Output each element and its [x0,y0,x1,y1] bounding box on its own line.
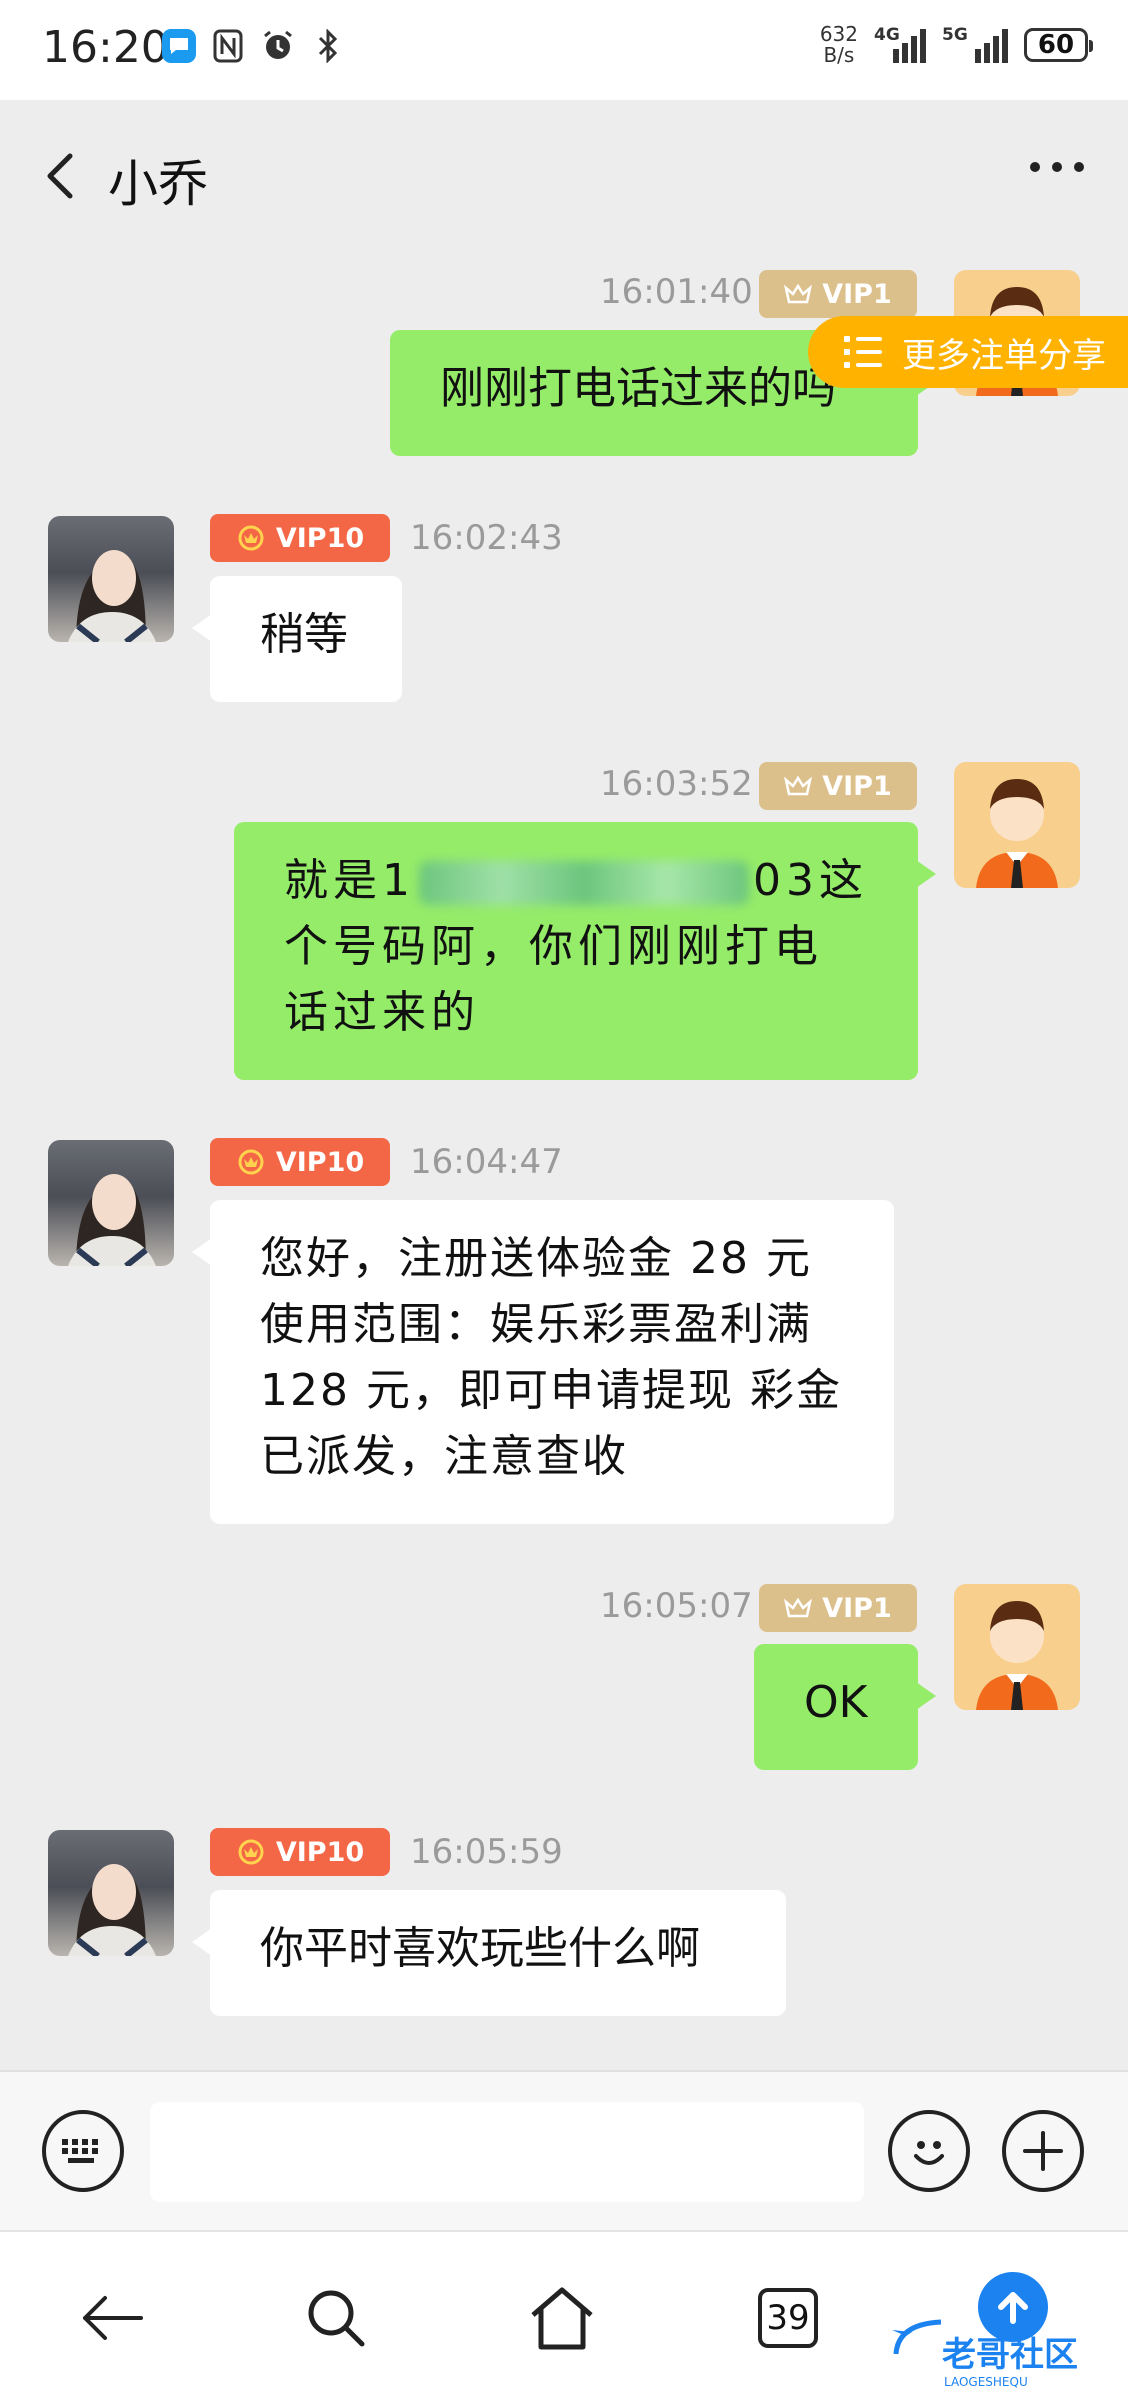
message-bubble-received[interactable]: 你平时喜欢玩些什么啊 [192,1890,786,2016]
message-timestamp: 16:04:47 [410,1142,563,1182]
back-arrow-icon[interactable] [72,2278,152,2358]
my-avatar[interactable] [954,762,1080,888]
tabs-button[interactable]: 39 [748,2278,828,2358]
vip-crown-icon [784,284,813,304]
message-timestamp: 16:02:43 [410,518,563,558]
vip10-badge: VIP10 [210,1828,390,1876]
vip10-badge: VIP10 [210,514,390,562]
emoji-icon[interactable] [888,2110,970,2192]
vip-crown-icon [784,1598,813,1618]
watermark-logo: 老哥社区 LAOGESHEQU [892,2319,1078,2389]
status-bar: 16:20 632 B/s 4G 5G 60 [0,0,1128,100]
contact-avatar[interactable] [48,516,174,642]
message-bubble-sent[interactable]: 就是1 03这个号码阿，你们刚刚打电话过来的 [234,822,936,1080]
message-notification-icon [162,29,196,63]
contact-avatar[interactable] [48,1140,174,1266]
message-timestamp: 16:05:07 [600,1586,753,1626]
message-input[interactable] [150,2102,864,2202]
signal-5g-icon: 5G [942,25,1008,63]
redacted-phone-number [419,861,749,905]
alarm-icon [260,26,296,66]
message-timestamp: 16:01:40 [600,272,753,312]
vip1-badge: VIP1 [759,762,917,810]
chat-header: 小乔 [0,100,1128,250]
vip-crown-icon [784,776,813,796]
back-chevron-icon[interactable] [40,146,90,206]
add-attachment-icon[interactable] [1002,2110,1084,2192]
vip-crown-icon [238,1149,264,1175]
signal-4g-icon: 4G [874,25,926,63]
vip-crown-icon [238,525,264,551]
vip10-badge: VIP10 [210,1138,390,1186]
message-bubble-received[interactable]: 您好，注册送体验金 28 元使用范围：娱乐彩票盈利满128 元，即可申请提现 彩… [192,1200,894,1524]
chat-input-bar [0,2070,1128,2230]
search-icon[interactable] [296,2278,376,2358]
vip1-badge: VIP1 [759,1584,917,1632]
browser-nav-bar: 39 老哥社区 LAOGESHEQU [0,2230,1128,2400]
list-icon [844,336,882,368]
battery-indicator: 60 [1024,28,1093,62]
network-speed: 632 B/s [819,22,858,67]
tab-count: 39 [758,2288,818,2348]
nfc-icon [210,26,246,66]
chat-title: 小乔 [108,155,208,213]
svg-text:老哥社区: 老哥社区 [942,2335,1078,2375]
home-icon[interactable] [522,2278,602,2358]
my-avatar[interactable] [954,1584,1080,1710]
vip-crown-icon [238,1839,264,1865]
more-options-icon[interactable] [1030,162,1084,172]
message-bubble-received[interactable]: 稍等 [192,576,402,702]
clock: 16:20 [42,22,169,73]
message-timestamp: 16:03:52 [600,764,753,804]
share-more-bets-button[interactable]: 更多注单分享 [808,316,1128,388]
message-timestamp: 16:05:59 [410,1832,563,1872]
message-bubble-sent[interactable]: OK [754,1644,936,1770]
bluetooth-icon [310,26,346,66]
svg-text:LAOGESHEQU: LAOGESHEQU [944,2375,1028,2389]
vip1-badge: VIP1 [759,270,917,318]
keyboard-toggle-icon[interactable] [42,2110,124,2192]
contact-avatar[interactable] [48,1830,174,1956]
